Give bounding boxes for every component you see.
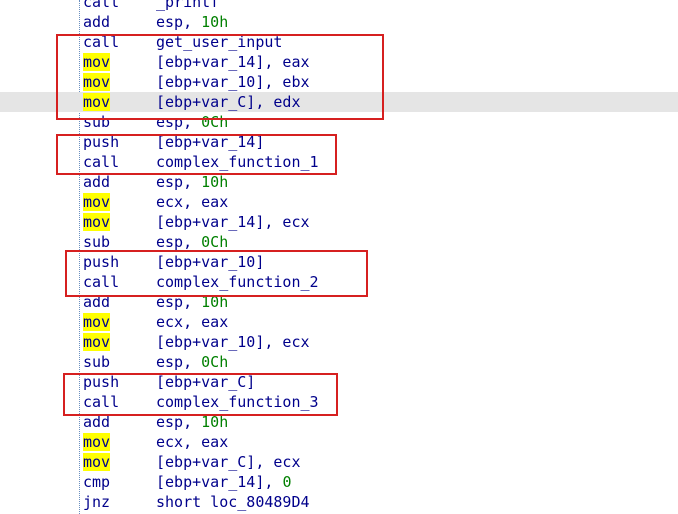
code-line[interactable]: mov [ebp+var_10], ecx	[0, 332, 678, 352]
mnemonic-text: mov	[83, 433, 111, 451]
instruction-operands: _printf	[156, 0, 219, 12]
operand-text: esp,	[156, 353, 202, 371]
annotation-box-complex-function-2	[65, 250, 368, 297]
annotation-box-get-user-input	[56, 34, 384, 120]
immediate-value: 0	[282, 473, 292, 491]
instruction-mnemonic: cmp	[83, 472, 110, 492]
instruction-mnemonic: sub	[83, 352, 110, 372]
instruction-operands: ecx, eax	[156, 312, 228, 332]
mnemonic-text: mov	[83, 193, 111, 211]
operand-text: esp,	[156, 13, 202, 31]
code-line[interactable]: sub esp, 0Ch	[0, 232, 678, 252]
instruction-mnemonic: mov	[83, 452, 111, 472]
instruction-operands: esp, 0Ch	[156, 232, 228, 252]
annotation-box-complex-function-3	[63, 373, 338, 416]
code-line[interactable]: call _printf	[0, 0, 678, 12]
instruction-mnemonic: mov	[83, 432, 111, 452]
instruction-mnemonic: add	[83, 172, 110, 192]
mnemonic-text: mov	[83, 313, 111, 331]
code-line[interactable]: mov [ebp+var_C], ecx	[0, 452, 678, 472]
operand-text: _printf	[156, 0, 220, 11]
mnemonic-text: sub	[83, 233, 111, 251]
code-line[interactable]: sub esp, 0Ch	[0, 352, 678, 372]
instruction-operands: esp, 10h	[156, 172, 228, 192]
code-line[interactable]: mov ecx, eax	[0, 312, 678, 332]
instruction-mnemonic: sub	[83, 232, 110, 252]
mnemonic-text: add	[83, 13, 111, 31]
instruction-mnemonic: mov	[83, 332, 111, 352]
code-line[interactable]: add esp, 10h	[0, 172, 678, 192]
instruction-mnemonic: call	[83, 0, 119, 12]
immediate-value: 10h	[201, 13, 229, 31]
instruction-operands: ecx, eax	[156, 192, 228, 212]
instruction-mnemonic: mov	[83, 212, 111, 232]
operand-text: ecx, eax	[156, 193, 229, 211]
operand-text: [ebp+var_14],	[156, 473, 283, 491]
instruction-operands: esp, 10h	[156, 12, 228, 32]
code-line[interactable]: mov ecx, eax	[0, 192, 678, 212]
mnemonic-text: add	[83, 173, 111, 191]
code-line[interactable]: cmp [ebp+var_14], 0	[0, 472, 678, 492]
instruction-operands: [ebp+var_10], ecx	[156, 332, 310, 352]
instruction-mnemonic: jnz	[83, 492, 110, 512]
immediate-value: 10h	[201, 173, 229, 191]
operand-text: [ebp+var_14], ecx	[156, 213, 310, 231]
operand-text: [ebp+var_10], ecx	[156, 333, 310, 351]
annotation-box-complex-function-1	[56, 134, 337, 175]
code-line[interactable]: mov [ebp+var_14], ecx	[0, 212, 678, 232]
instruction-operands: esp, 0Ch	[156, 352, 228, 372]
operand-text: ecx, eax	[156, 433, 229, 451]
operand-text: ecx, eax	[156, 313, 229, 331]
instruction-operands: [ebp+var_14], 0	[156, 472, 291, 492]
instruction-mnemonic: mov	[83, 192, 111, 212]
mnemonic-text: call	[83, 0, 120, 11]
operand-text: esp,	[156, 173, 202, 191]
mnemonic-text: jnz	[83, 493, 111, 511]
immediate-value: 0Ch	[201, 353, 229, 371]
instruction-operands: [ebp+var_C], ecx	[156, 452, 301, 472]
instruction-mnemonic: mov	[83, 312, 111, 332]
code-line[interactable]: mov ecx, eax	[0, 432, 678, 452]
immediate-value: 0Ch	[201, 233, 229, 251]
code-line[interactable]: jnz short loc_80489D4	[0, 492, 678, 512]
mnemonic-text: mov	[83, 333, 111, 351]
mnemonic-text: sub	[83, 353, 111, 371]
code-line[interactable]: add esp, 10h	[0, 12, 678, 32]
mnemonic-text: mov	[83, 453, 111, 471]
mnemonic-text: cmp	[83, 473, 111, 491]
instruction-operands: [ebp+var_14], ecx	[156, 212, 310, 232]
mnemonic-text: mov	[83, 213, 111, 231]
operand-text: [ebp+var_C], ecx	[156, 453, 301, 471]
operand-text: short loc_80489D4	[156, 493, 310, 511]
instruction-mnemonic: add	[83, 12, 110, 32]
instruction-operands: short loc_80489D4	[156, 492, 310, 512]
operand-text: esp,	[156, 233, 202, 251]
instruction-operands: ecx, eax	[156, 432, 228, 452]
